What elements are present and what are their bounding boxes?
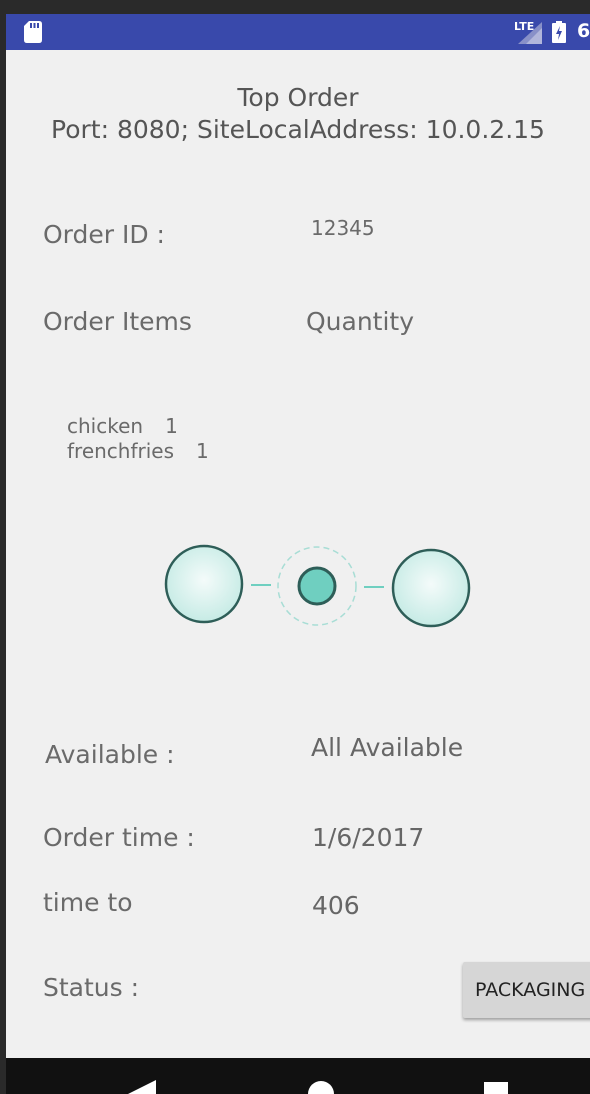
status-bar: LTE 6 — [6, 14, 590, 50]
server-address: Port: 8080; SiteLocalAddress: 10.0.2.15 — [51, 115, 545, 144]
order-id-value: 12345 — [311, 216, 375, 240]
home-icon[interactable] — [308, 1078, 334, 1094]
item-name: chicken — [67, 414, 144, 438]
battery-level-text: 6 — [577, 20, 590, 42]
list-item: chicken 1 — [67, 414, 209, 439]
back-icon[interactable] — [128, 1080, 156, 1094]
item-name: frenchfries — [67, 439, 175, 463]
recents-icon[interactable] — [484, 1082, 508, 1094]
status-label: Status : — [43, 973, 140, 1002]
order-items-list: chicken 1 frenchfries 1 — [67, 414, 209, 464]
battery-charging-icon — [552, 21, 566, 43]
sd-card-icon — [24, 21, 42, 43]
order-time-label: Order time : — [43, 823, 195, 852]
main-content: Top Order Port: 8080; SiteLocalAddress: … — [6, 50, 590, 1058]
order-items-header: Order Items — [43, 307, 192, 336]
available-value: All Available — [311, 733, 464, 762]
quantity-header: Quantity — [306, 307, 415, 336]
available-label: Available : — [45, 740, 175, 769]
page-title: Top Order — [237, 83, 359, 112]
device-screen: LTE 6 Top Order Port: 8080; SiteLocalAdd… — [6, 14, 590, 1094]
step-progress-loader — [164, 544, 471, 628]
item-quantity: 1 — [196, 439, 209, 463]
time-to-label: time to — [43, 888, 133, 917]
order-id-label: Order ID : — [43, 220, 165, 249]
item-quantity: 1 — [165, 414, 178, 438]
time-to-value: 406 — [312, 891, 360, 920]
signal-icon — [518, 22, 542, 44]
navigation-bar — [6, 1058, 590, 1094]
packaging-status-button[interactable]: PACKAGING — [463, 962, 590, 1018]
order-time-value: 1/6/2017 — [312, 823, 425, 852]
list-item: frenchfries 1 — [67, 439, 209, 464]
